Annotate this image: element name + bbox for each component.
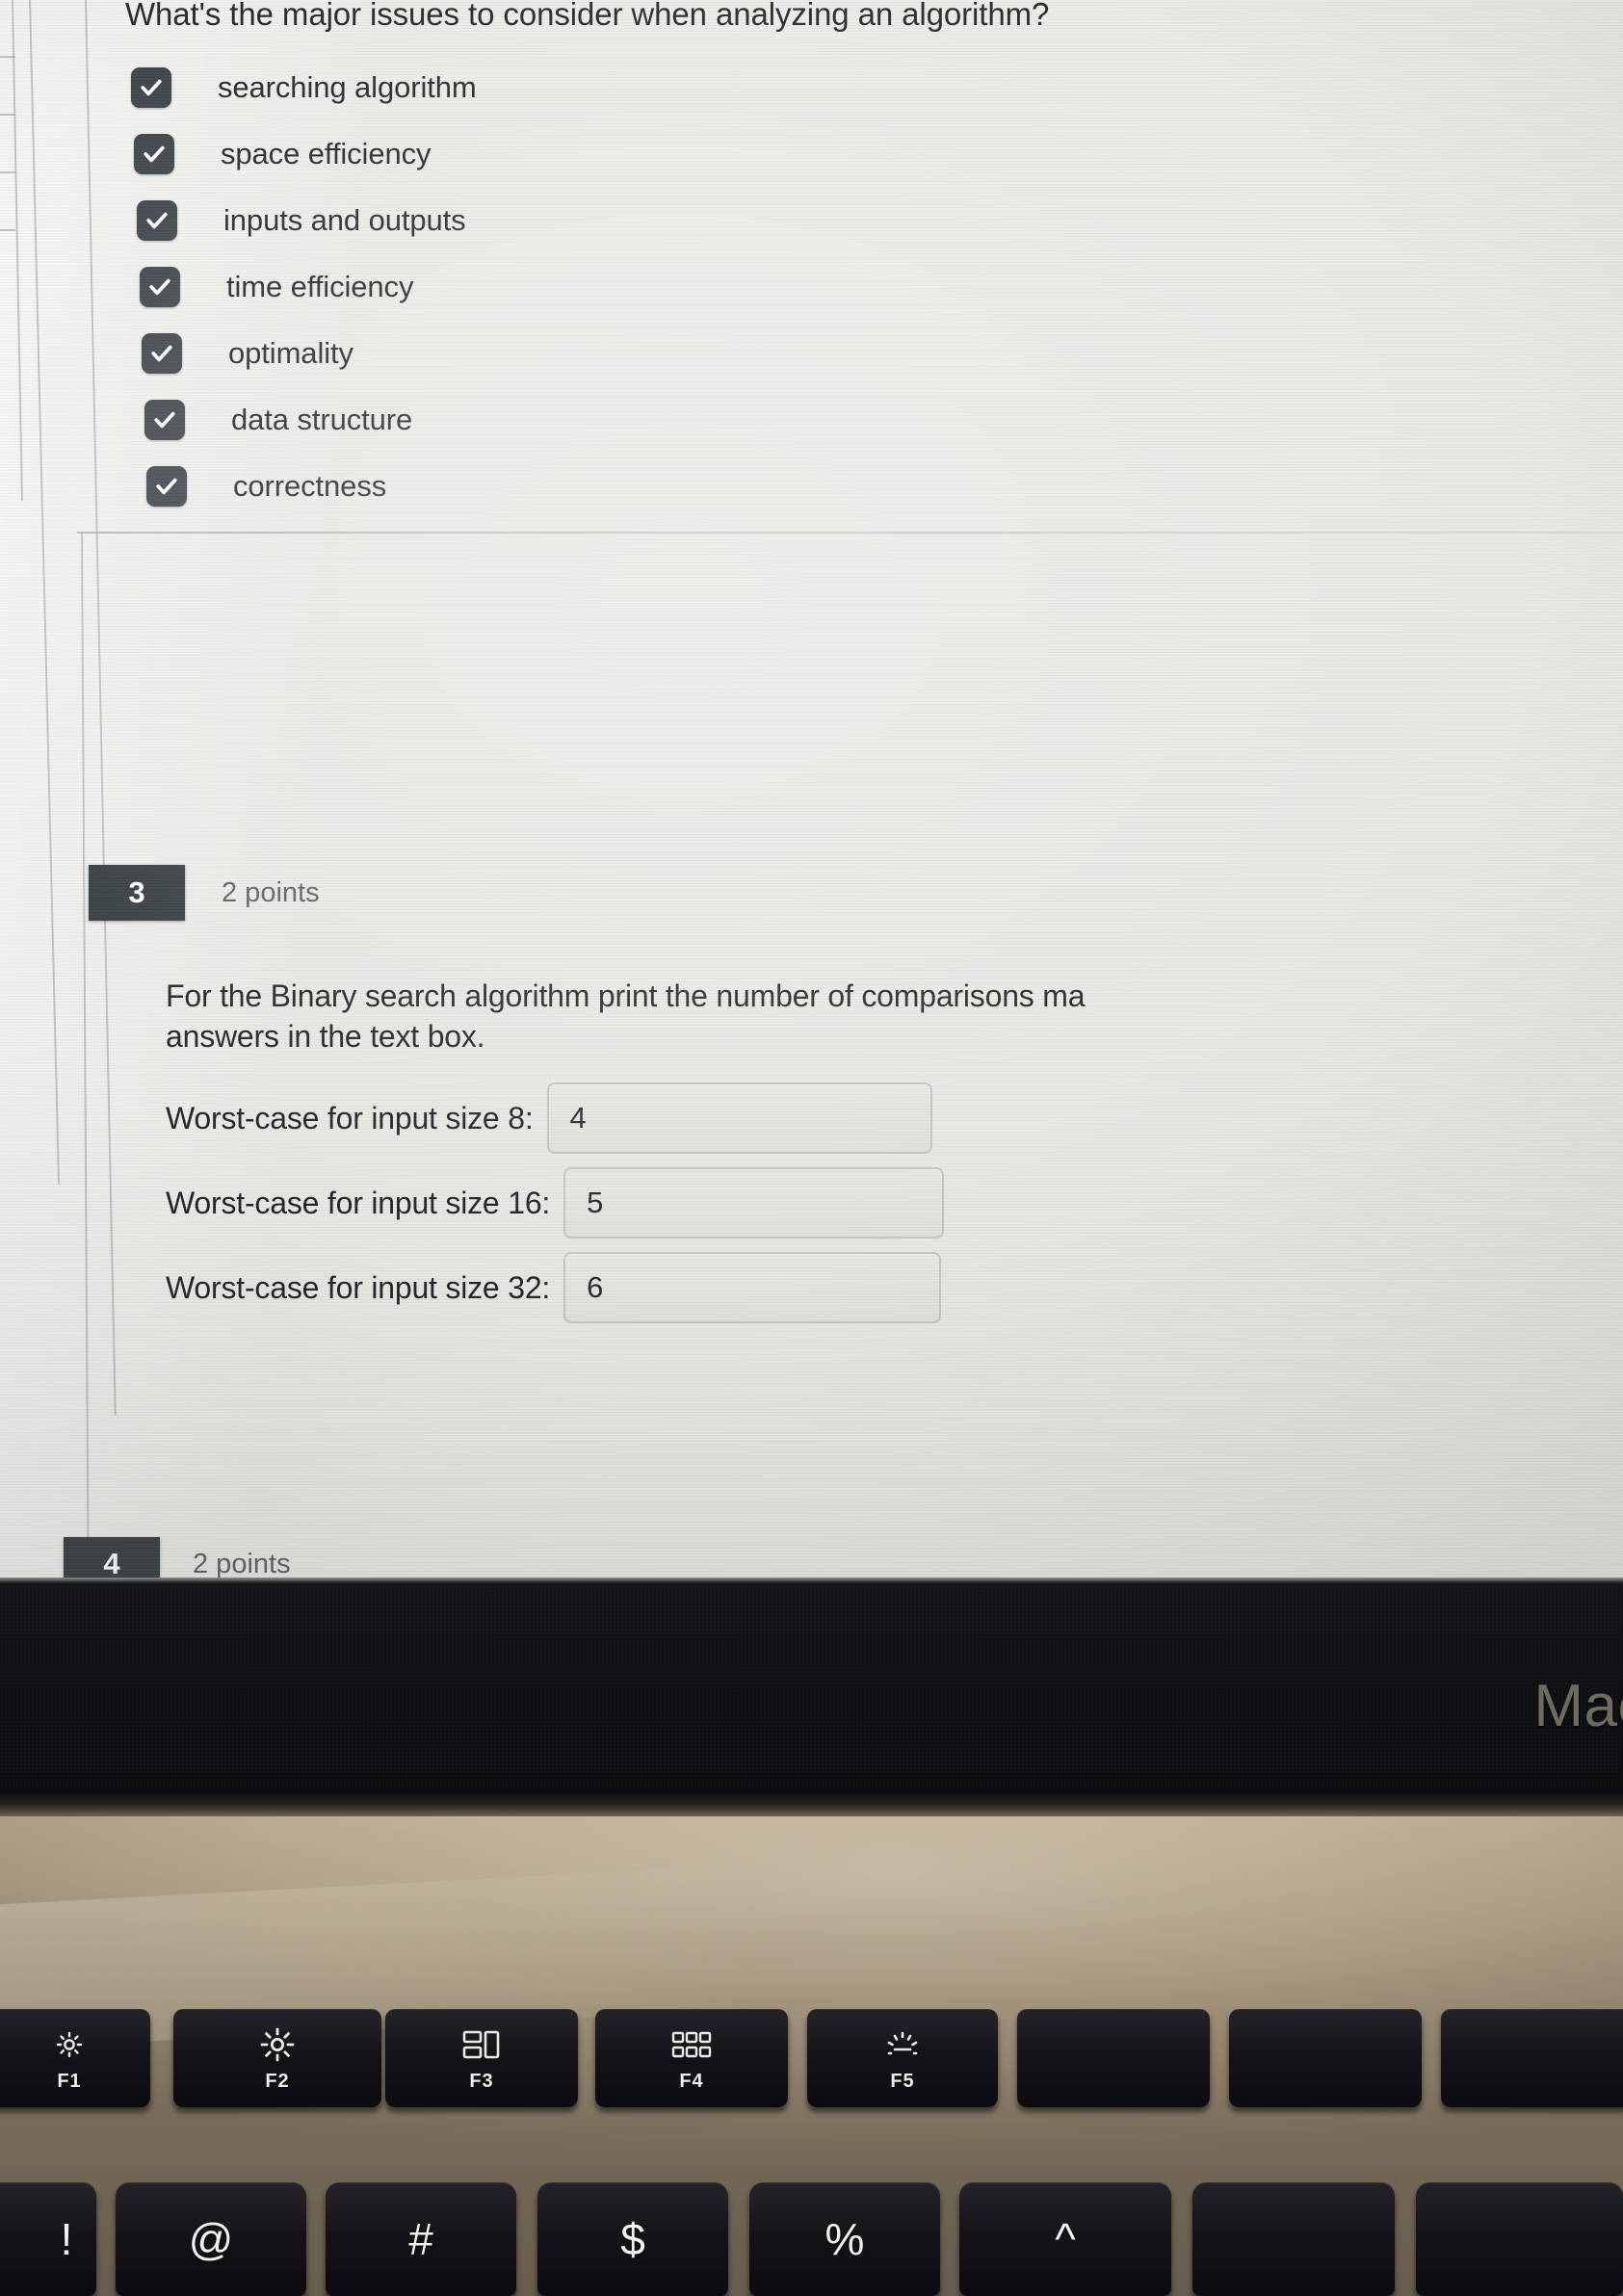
key-percent[interactable]: % xyxy=(749,2182,940,2296)
brightness-up-icon xyxy=(257,2024,298,2065)
key-symbol-at: @ xyxy=(188,2214,234,2264)
key-f1[interactable]: F1 xyxy=(0,2009,150,2107)
key-symbol-caret: ^ xyxy=(1055,2214,1076,2264)
question-3-text-line2: answers in the text box. xyxy=(166,1018,485,1054)
answer-row-size-8: Worst-case for input size 8: 4 xyxy=(166,1083,1562,1154)
checkbox-checked-icon[interactable] xyxy=(140,266,180,307)
answer-label-size-8: Worst-case for input size 8: xyxy=(166,1100,534,1135)
checkbox-checked-icon[interactable] xyxy=(142,332,182,374)
brightness-down-icon xyxy=(52,2024,87,2065)
answer-input-size-8[interactable]: 4 xyxy=(546,1083,932,1154)
answer-label-size-32: Worst-case for input size 32: xyxy=(166,1269,551,1305)
answer-row-size-16: Worst-case for input size 16: 5 xyxy=(166,1167,1562,1239)
key-symbol-hash: # xyxy=(408,2214,433,2264)
option-row-correctness[interactable]: correctness xyxy=(146,453,477,519)
laptop-screen: What's the major issues to consider when… xyxy=(0,0,1623,1578)
key-label-f1: F1 xyxy=(57,2070,82,2092)
option-row-optimality[interactable]: optimality xyxy=(142,320,477,386)
key-f4[interactable]: F4 xyxy=(595,2009,788,2107)
key-f7[interactable] xyxy=(1229,2009,1422,2107)
checkbox-checked-icon[interactable] xyxy=(144,399,185,440)
question-3-answer-rows: Worst-case for input size 8: 4 Worst-cas… xyxy=(166,1083,1562,1323)
checkbox-checked-icon[interactable] xyxy=(134,133,174,174)
checkbox-checked-icon[interactable] xyxy=(137,199,177,241)
question-2-option-list: searching algorithm space efficiency inp… xyxy=(131,54,477,519)
option-row-space-efficiency[interactable]: space efficiency xyxy=(134,120,477,187)
screen-bezel: Mac xyxy=(0,1578,1623,1791)
key-f3[interactable]: F3 xyxy=(385,2009,578,2107)
checkbox-checked-icon[interactable] xyxy=(146,465,187,507)
answer-label-size-16: Worst-case for input size 16: xyxy=(166,1185,551,1220)
key-ampersand[interactable] xyxy=(1192,2182,1395,2296)
key-symbol-dollar: $ xyxy=(620,2214,645,2264)
key-label-f2: F2 xyxy=(265,2070,290,2092)
laptop-photo-scene: What's the major issues to consider when… xyxy=(0,0,1623,2296)
option-row-data-structure[interactable]: data structure xyxy=(144,386,477,453)
option-row-time-efficiency[interactable]: time efficiency xyxy=(140,253,477,320)
option-label: space efficiency xyxy=(221,136,432,170)
question-3-points: 2 points xyxy=(222,876,320,908)
question-3-text: For the Binary search algorithm print th… xyxy=(166,978,1623,1056)
option-label: inputs and outputs xyxy=(223,202,466,237)
question-3-text-line1: For the Binary search algorithm print th… xyxy=(166,978,1086,1013)
macbook-brand-label: Mac xyxy=(1533,1673,1623,1739)
option-label: optimality xyxy=(228,335,353,370)
key-label-f5: F5 xyxy=(890,2070,915,2092)
question-2-prompt: What's the major issues to consider when… xyxy=(125,0,1050,32)
key-label-f3: F3 xyxy=(469,2070,494,2092)
question-divider xyxy=(77,532,1623,534)
key-caret[interactable]: ^ xyxy=(959,2182,1171,2296)
key-exclamation[interactable]: ! xyxy=(0,2182,96,2296)
laptop-hinge xyxy=(0,1791,1623,1816)
option-label: correctness xyxy=(233,468,387,503)
key-f6[interactable] xyxy=(1017,2009,1210,2107)
key-f8[interactable] xyxy=(1441,2009,1623,2107)
key-dollar[interactable]: $ xyxy=(537,2182,728,2296)
symbol-key-row: ! @ # $ % ^ xyxy=(0,2182,1623,2296)
answer-input-size-32[interactable]: 6 xyxy=(563,1252,942,1323)
option-row-searching-algorithm[interactable]: searching algorithm xyxy=(131,54,477,120)
mission-control-icon xyxy=(460,2024,503,2065)
question-4-header: 4 2 points xyxy=(64,1537,291,1578)
function-key-row: F1 F2 F3 F4 F5 xyxy=(0,2009,1623,2123)
key-asterisk[interactable] xyxy=(1416,2182,1623,2296)
question-4-points: 2 points xyxy=(193,1548,291,1578)
launchpad-icon xyxy=(670,2024,713,2065)
key-f5[interactable]: F5 xyxy=(807,2009,998,2107)
option-label: data structure xyxy=(231,402,413,436)
answer-row-size-32: Worst-case for input size 32: 6 xyxy=(166,1252,1562,1323)
checkbox-checked-icon[interactable] xyxy=(131,66,171,108)
answer-input-size-16[interactable]: 5 xyxy=(563,1167,945,1239)
option-row-inputs-and-outputs[interactable]: inputs and outputs xyxy=(137,187,477,253)
question-4-number-badge: 4 xyxy=(64,1537,160,1578)
question-3-number-badge: 3 xyxy=(89,865,185,921)
question-column-rule xyxy=(81,531,90,1578)
option-label: searching algorithm xyxy=(218,69,477,104)
keyboard-backlight-icon xyxy=(883,2024,922,2065)
bezel-texture xyxy=(0,1578,1623,1791)
key-label-f4: F4 xyxy=(679,2070,704,2092)
key-at[interactable]: @ xyxy=(116,2182,306,2296)
key-f2[interactable]: F2 xyxy=(173,2009,381,2107)
key-hash[interactable]: # xyxy=(326,2182,516,2296)
quiz-content: What's the major issues to consider when… xyxy=(0,0,1623,1578)
option-label: time efficiency xyxy=(226,269,414,303)
key-symbol-percent: % xyxy=(825,2214,865,2264)
question-3-header: 3 2 points xyxy=(89,865,320,921)
key-symbol-exclamation: ! xyxy=(60,2214,73,2264)
